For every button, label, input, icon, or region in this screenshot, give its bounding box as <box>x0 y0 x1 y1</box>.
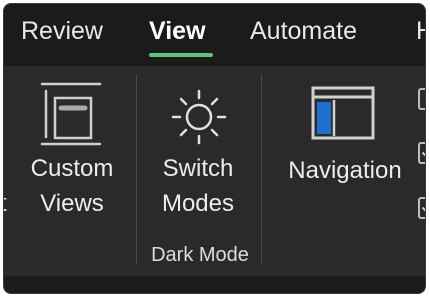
sun-icon <box>171 89 227 145</box>
group-separator <box>136 74 137 264</box>
partial-checkbox-checked[interactable] <box>418 197 425 219</box>
navigation-pane-icon <box>311 86 375 140</box>
checkmark-icon <box>421 143 425 160</box>
checkmark-icon <box>421 198 425 215</box>
switch-modes-label-line1: Switch <box>162 155 234 182</box>
custom-views-label-line1: Custom <box>30 155 114 182</box>
ribbon-window: Review View Automate H t Custom Views <box>3 3 426 294</box>
custom-views-label-line2: Views <box>40 190 104 217</box>
custom-views-icon <box>40 82 102 146</box>
tab-view[interactable]: View <box>149 14 206 48</box>
navigation-label: Navigation <box>288 157 402 184</box>
group-separator <box>261 74 262 264</box>
dark-mode-group-label: Dark Mode <box>151 244 249 266</box>
tab-automate[interactable]: Automate <box>250 14 357 48</box>
partial-checkbox-checked[interactable] <box>418 142 425 164</box>
switch-modes-label-line2: Modes <box>161 190 235 217</box>
active-tab-indicator <box>149 53 213 57</box>
partial-label: t <box>4 187 7 221</box>
tab-review[interactable]: Review <box>21 14 103 48</box>
ribbon-tab-bar: Review View Automate H <box>4 4 425 66</box>
ribbon-footer <box>4 276 425 293</box>
partial-checkbox[interactable] <box>418 88 425 110</box>
tab-help[interactable]: H <box>416 14 425 48</box>
